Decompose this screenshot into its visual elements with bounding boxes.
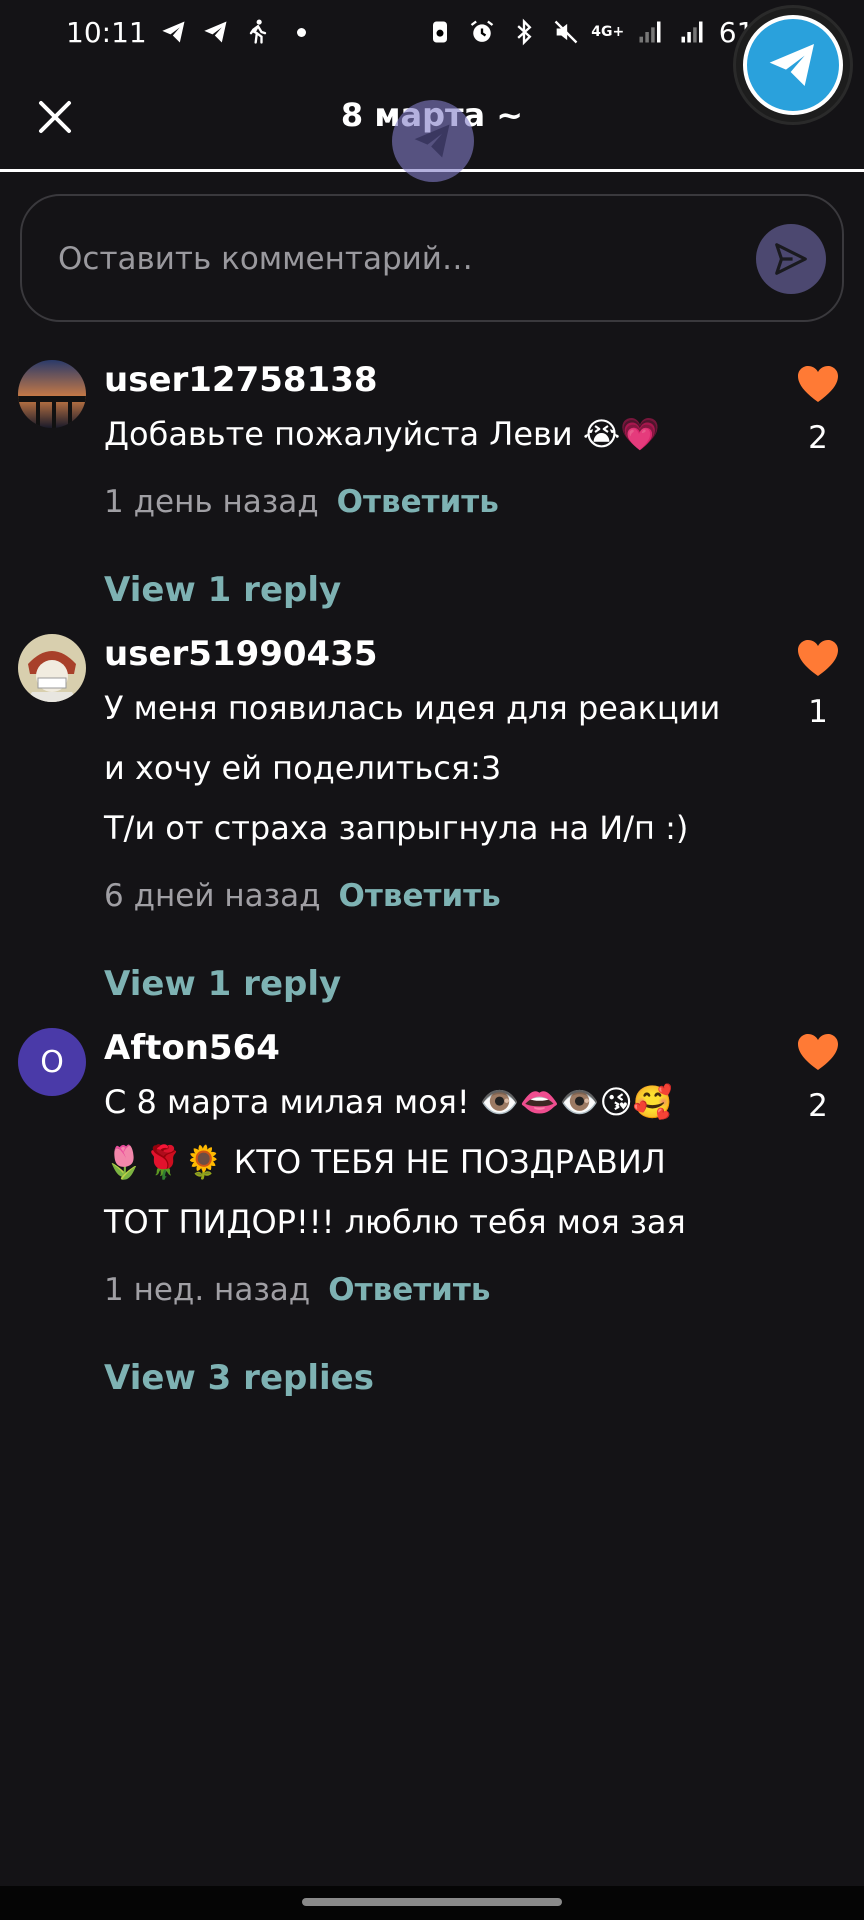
status-bar-left: 10:11 [66,16,306,49]
comment-line: ТОТ ПИДОР!!! люблю тебя моя зая [104,1203,686,1241]
comment-line: У меня появилась идея для реакции [104,689,721,727]
comment-line: 🌷🌹🌻 КТО ТЕБЯ НЕ ПОЗДРАВИЛ [104,1143,666,1181]
like-count: 2 [808,1088,828,1124]
comment-line: С 8 марта милая моя! 👁️👄👁️😘🥰 [104,1083,673,1121]
alarm-icon [467,17,497,47]
view-replies-link[interactable]: View 1 reply [104,570,341,610]
view-replies-link[interactable]: View 1 reply [104,964,341,1004]
telegram-notification-icon [201,17,231,47]
header: 8 марта ~ [0,64,864,182]
comment-time: 1 нед. назад [104,1272,311,1308]
avatar[interactable] [18,634,86,702]
like-count: 1 [808,694,828,730]
comment-time: 6 дней назад [104,878,321,914]
comment-meta: 6 дней назад Ответить [104,878,501,914]
comments-screen: 10:11 4G+ 8 ~ Оставить комментарий… user… [0,0,864,1920]
network-type-icon: 4G+ [591,24,625,40]
like-count: 2 [808,420,828,456]
comment-text: Добавьте пожалуйста Леви 😭💗 [104,404,744,464]
notification-dot-icon [296,27,306,37]
comment-time: 1 день назад [104,484,319,520]
recycle-icon [425,17,455,47]
clock: 10:11 [66,15,147,49]
telegram-floating-icon[interactable] [392,100,474,182]
home-indicator[interactable] [302,1898,562,1906]
send-icon [775,243,807,275]
comment-text: С 8 марта милая моя! 👁️👄👁️😘🥰 🌷🌹🌻 КТО ТЕБ… [104,1072,744,1252]
comment-username[interactable]: Afton564 [104,1028,280,1068]
mute-icon [551,17,581,47]
bluetooth-icon [509,17,539,47]
comment-username[interactable]: user12758138 [104,360,378,400]
heart-icon[interactable] [796,1032,840,1072]
send-button[interactable] [756,224,826,294]
comment-line: Добавьте пожалуйста Леви 😭💗 [104,415,661,453]
walking-icon [243,17,273,47]
comment-line: Т/и от страха запрыгнула на И/п :) [104,809,689,847]
status-bar: 10:11 4G+ [0,0,864,64]
reply-button[interactable]: Ответить [328,1272,490,1308]
signal-icon [635,17,665,47]
view-replies-link[interactable]: View 3 replies [104,1358,374,1398]
telegram-icon [743,15,843,115]
avatar[interactable]: O [18,1028,86,1096]
comment-username[interactable]: user51990435 [104,634,378,674]
reply-button[interactable]: Ответить [339,878,501,914]
comment-text: У меня появилась идея для реакции и хочу… [104,678,744,858]
comment-meta: 1 день назад Ответить [104,484,499,520]
comment-line: и хочу ей поделиться:3 [104,749,502,787]
heart-icon[interactable] [796,364,840,404]
telegram-chat-head[interactable] [736,8,850,122]
avatar[interactable] [18,360,86,428]
reply-button[interactable]: Ответить [337,484,499,520]
heart-icon[interactable] [796,638,840,678]
comment-input[interactable] [56,196,740,322]
signal-icon [677,17,707,47]
telegram-notification-icon [159,17,189,47]
comment-box [20,194,844,322]
comment-meta: 1 нед. назад Ответить [104,1272,490,1308]
